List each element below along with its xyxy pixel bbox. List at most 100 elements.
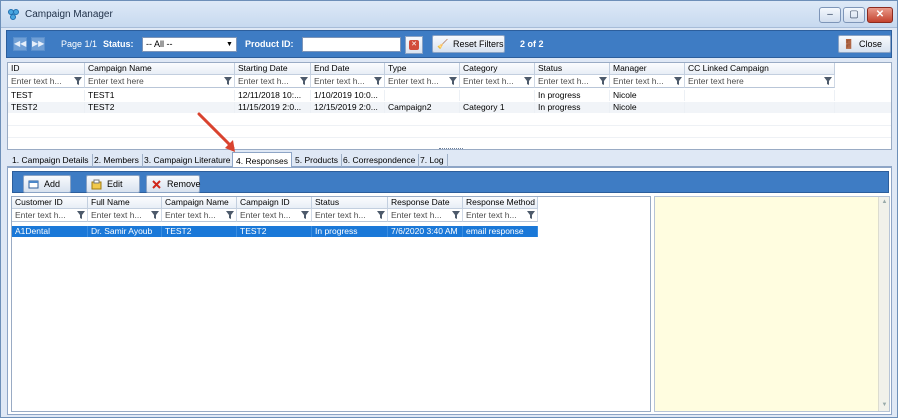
close-button[interactable]: 🚪 Close bbox=[838, 35, 891, 53]
remove-button[interactable]: Remove bbox=[146, 175, 201, 193]
page-indicator: Page 1/1 bbox=[61, 39, 98, 49]
splitter-handle[interactable] bbox=[439, 148, 463, 150]
responses-grid-header: Customer ID Full Name Campaign Name Camp… bbox=[12, 197, 650, 209]
column-header[interactable]: Campaign Name bbox=[162, 197, 237, 209]
table-row[interactable]: TEST TEST1 12/11/2018 10:... 1/10/2019 1… bbox=[8, 90, 891, 101]
window-title: Campaign Manager bbox=[25, 9, 113, 20]
filter-cell[interactable]: Enter text h... bbox=[463, 209, 538, 222]
close-label: Close bbox=[859, 39, 883, 49]
filter-cell[interactable]: Enter text h... bbox=[385, 75, 460, 88]
column-header[interactable]: Status bbox=[535, 63, 610, 75]
filter-cell[interactable]: Enter text h... bbox=[88, 209, 162, 222]
filter-cell[interactable]: Enter text here bbox=[85, 75, 235, 88]
chevron-down-icon: ▼ bbox=[226, 41, 233, 48]
filter-cell[interactable]: Enter text h... bbox=[162, 209, 237, 222]
eraser-icon: 🧹 bbox=[437, 39, 449, 49]
clear-product-button[interactable]: ✕ bbox=[405, 36, 423, 54]
table-cell: 12/15/2019 2:0... bbox=[311, 102, 385, 113]
double-chevron-left-icon: ◀◀ bbox=[14, 39, 27, 48]
tab-campaign-details[interactable]: 1. Campaign Details bbox=[9, 154, 93, 167]
column-header[interactable]: Status bbox=[312, 197, 388, 209]
filter-cell[interactable]: Enter text h... bbox=[460, 75, 535, 88]
column-header[interactable]: ID bbox=[8, 63, 85, 75]
filter-icon bbox=[449, 77, 457, 85]
edit-button[interactable]: Edit bbox=[86, 175, 140, 193]
add-label: Add bbox=[44, 179, 61, 189]
filter-icon bbox=[824, 77, 832, 85]
column-header[interactable]: Full Name bbox=[88, 197, 162, 209]
add-button[interactable]: Add bbox=[23, 175, 71, 193]
column-header[interactable]: Response Date bbox=[388, 197, 463, 209]
column-header[interactable]: Starting Date bbox=[235, 63, 311, 75]
filter-icon bbox=[374, 77, 382, 85]
campaign-grid-header: ID Campaign Name Starting Date End Date … bbox=[8, 63, 891, 75]
filter-cell[interactable]: Enter text h... bbox=[237, 209, 312, 222]
filter-placeholder: Enter text h... bbox=[391, 210, 442, 220]
table-row[interactable]: A1Dental Dr. Samir Ayoub TEST2 TEST2 In … bbox=[12, 226, 538, 237]
main-toolbar: ◀◀ ▶▶ Page 1/1 Status: -- All -- ▼ Produ… bbox=[6, 30, 892, 58]
grid-line bbox=[8, 137, 891, 138]
table-cell: A1Dental bbox=[12, 226, 88, 237]
filter-icon bbox=[300, 77, 308, 85]
table-row[interactable]: TEST2 TEST2 11/15/2019 2:0... 12/15/2019… bbox=[8, 102, 891, 113]
column-header[interactable]: Response Method bbox=[463, 197, 538, 209]
table-cell bbox=[385, 90, 460, 101]
previous-page-button[interactable]: ◀◀ bbox=[13, 37, 27, 51]
table-cell: 11/15/2019 2:0... bbox=[235, 102, 311, 113]
column-header[interactable]: Category bbox=[460, 63, 535, 75]
close-icon: ✕ bbox=[875, 9, 885, 20]
tab-responses[interactable]: 4. Responses bbox=[232, 152, 292, 168]
filter-icon bbox=[151, 211, 159, 219]
filter-cell[interactable]: Enter text h... bbox=[235, 75, 311, 88]
column-header[interactable]: Campaign Name bbox=[85, 63, 235, 75]
table-cell: TEST2 bbox=[8, 102, 85, 113]
filter-placeholder: Enter text h... bbox=[315, 210, 366, 220]
filter-cell[interactable]: Enter text h... bbox=[311, 75, 385, 88]
filter-icon bbox=[226, 211, 234, 219]
column-header[interactable]: Campaign ID bbox=[237, 197, 312, 209]
column-header[interactable]: Type bbox=[385, 63, 460, 75]
column-header[interactable]: Manager bbox=[610, 63, 685, 75]
table-cell: 12/11/2018 10:... bbox=[235, 90, 311, 101]
remove-label: Remove bbox=[167, 179, 201, 189]
campaign-grid: ID Campaign Name Starting Date End Date … bbox=[7, 62, 892, 150]
remove-icon bbox=[152, 180, 161, 189]
tab-members[interactable]: 2. Members bbox=[91, 154, 143, 167]
tab-log[interactable]: 7. Log bbox=[417, 154, 448, 167]
filter-cell[interactable]: Enter text h... bbox=[8, 75, 85, 88]
column-header[interactable]: Customer ID bbox=[12, 197, 88, 209]
table-cell bbox=[685, 90, 835, 101]
filter-cell[interactable]: Enter text h... bbox=[535, 75, 610, 88]
filter-cell[interactable]: Enter text h... bbox=[388, 209, 463, 222]
minimize-button[interactable]: – bbox=[819, 7, 841, 23]
table-cell: TEST2 bbox=[237, 226, 312, 237]
filter-placeholder: Enter text h... bbox=[613, 76, 664, 86]
tab-campaign-literature[interactable]: 3. Campaign Literature bbox=[141, 154, 235, 167]
notes-scrollbar[interactable]: ▲ ▼ bbox=[878, 197, 889, 411]
filter-cell[interactable]: Enter text here bbox=[685, 75, 835, 88]
maximize-button[interactable]: ▢ bbox=[843, 7, 865, 23]
filter-icon bbox=[224, 77, 232, 85]
tab-correspondence[interactable]: 6. Correspondence bbox=[340, 154, 420, 167]
column-header[interactable]: CC Linked Campaign bbox=[685, 63, 835, 75]
filter-icon bbox=[524, 77, 532, 85]
chevron-up-icon[interactable]: ▲ bbox=[881, 199, 888, 206]
filter-cell[interactable]: Enter text h... bbox=[312, 209, 388, 222]
chevron-down-icon[interactable]: ▼ bbox=[881, 402, 888, 409]
tab-products[interactable]: 5. Products bbox=[292, 154, 342, 167]
filter-placeholder: Enter text h... bbox=[538, 76, 589, 86]
grid-line bbox=[8, 125, 891, 126]
filter-cell[interactable]: Enter text h... bbox=[12, 209, 88, 222]
reset-filters-button[interactable]: 🧹 Reset Filters bbox=[432, 35, 505, 53]
product-id-input[interactable] bbox=[302, 37, 401, 52]
window-close-button[interactable]: ✕ bbox=[867, 7, 893, 23]
table-cell: TEST2 bbox=[162, 226, 237, 237]
title-bar: Campaign Manager – ▢ ✕ bbox=[1, 1, 897, 28]
status-dropdown[interactable]: -- All -- ▼ bbox=[142, 37, 237, 52]
response-notes-panel[interactable]: ▲ ▼ bbox=[654, 196, 890, 412]
edit-label: Edit bbox=[107, 179, 123, 189]
door-icon: 🚪 bbox=[843, 39, 855, 49]
next-page-button[interactable]: ▶▶ bbox=[31, 37, 45, 51]
column-header[interactable]: End Date bbox=[311, 63, 385, 75]
filter-cell[interactable]: Enter text h... bbox=[610, 75, 685, 88]
